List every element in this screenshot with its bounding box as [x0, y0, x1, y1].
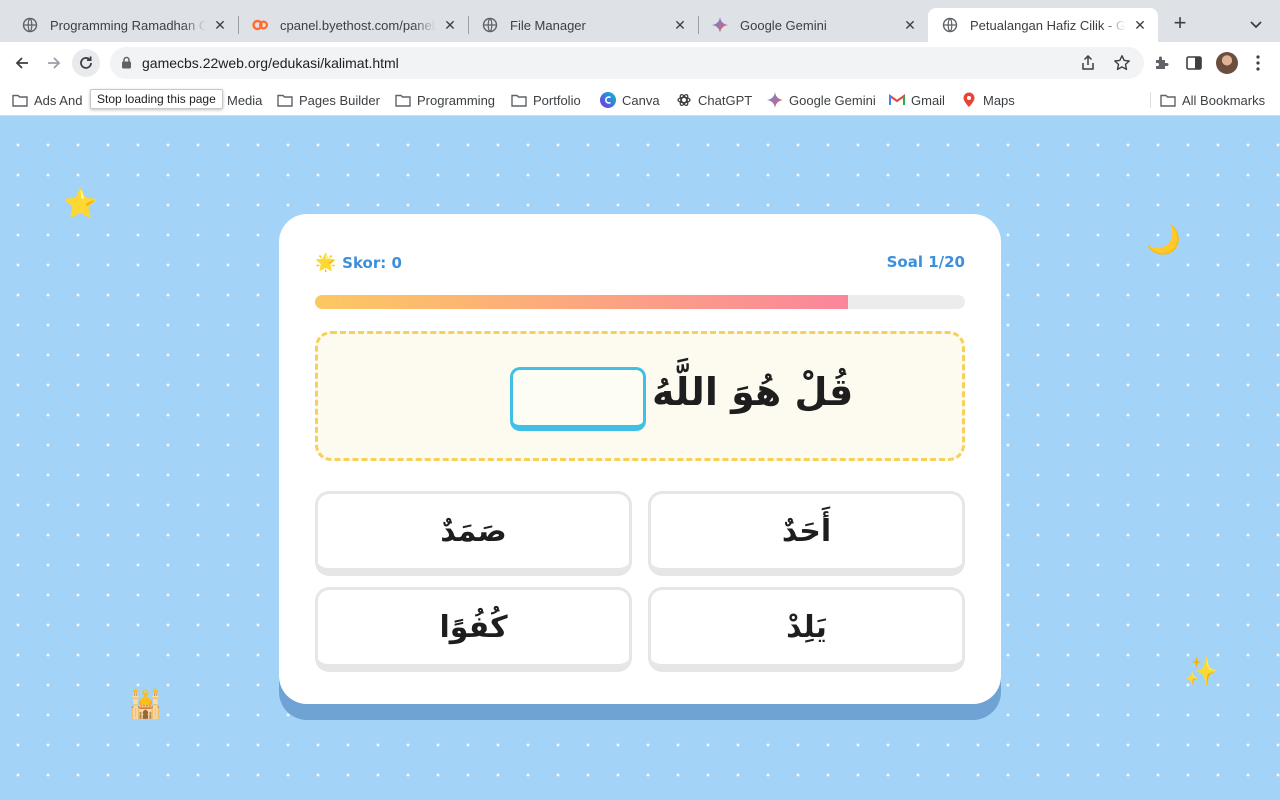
globe-icon: [22, 17, 38, 33]
gemini-icon: [712, 17, 728, 33]
bookmark-gmail[interactable]: Gmail: [889, 91, 945, 109]
bookmark-folder-media[interactable]: Media: [227, 91, 262, 109]
close-icon[interactable]: ✕: [442, 17, 458, 33]
url-text: gamecbs.22web.org/edukasi/kalimat.html: [142, 55, 399, 71]
question-box: قُلْ هُوَ اللَّهُ: [315, 331, 965, 461]
address-bar[interactable]: gamecbs.22web.org/edukasi/kalimat.html: [110, 47, 1144, 79]
tab-google-gemini[interactable]: Google Gemini ✕: [698, 8, 928, 42]
tab-programming-ramadhan[interactable]: Programming Ramadhan Class ✕: [8, 8, 238, 42]
tab-title: Petualangan Hafiz Cilik - Game: [970, 17, 1126, 33]
bookmark-label: Portfolio: [533, 92, 581, 108]
verse-text: قُلْ هُوَ اللَّهُ: [652, 370, 854, 414]
progress-bar-fill: [315, 295, 848, 309]
folder-icon: [12, 92, 28, 108]
maps-icon: [961, 92, 977, 108]
tab-title: Programming Ramadhan Class: [50, 17, 206, 33]
canva-icon: [600, 92, 616, 108]
globe-icon: [482, 17, 498, 33]
bookmark-label: Google Gemini: [789, 92, 876, 108]
bookmark-label: Gmail: [911, 92, 945, 108]
bookmark-folder-pages-builder[interactable]: Pages Builder: [277, 91, 380, 109]
answer-drop-slot[interactable]: [510, 367, 646, 431]
bookmark-folder-ads[interactable]: Ads And: [12, 91, 82, 109]
bookmark-label: ChatGPT: [698, 92, 753, 108]
tab-cpanel[interactable]: cpanel.byethost.com/panel/index.php ✕: [238, 8, 468, 42]
lock-icon: [121, 56, 132, 74]
answer-option-4[interactable]: كُفُوًا: [315, 587, 632, 672]
chatgpt-icon: [676, 92, 692, 108]
bookmark-folder-portfolio[interactable]: Portfolio: [511, 91, 581, 109]
tab-title: cpanel.byethost.com/panel/index.php: [280, 17, 436, 33]
close-icon[interactable]: ✕: [1132, 17, 1148, 33]
back-button[interactable]: [8, 49, 36, 77]
answer-option-2[interactable]: صَمَدٌ: [315, 491, 632, 576]
moon-icon: 🌙: [1146, 224, 1181, 255]
profile-avatar[interactable]: [1216, 52, 1238, 74]
bookmark-google-gemini[interactable]: Google Gemini: [767, 91, 876, 109]
folder-icon: [511, 92, 527, 108]
tab-file-manager[interactable]: File Manager ✕: [468, 8, 698, 42]
bookmarks-divider: [1150, 92, 1151, 108]
bookmark-label: Media: [227, 92, 263, 108]
bookmark-label: All Bookmarks: [1182, 92, 1266, 108]
glowing-star-icon: 🌟: [315, 253, 337, 273]
mosque-icon: 🕌: [128, 688, 163, 719]
tab-title: Google Gemini: [740, 17, 827, 33]
cpanel-icon: [252, 17, 268, 33]
bookmark-maps[interactable]: Maps: [961, 91, 1015, 109]
progress-bar: [315, 295, 965, 309]
answer-option-1[interactable]: أَحَدٌ: [648, 491, 965, 576]
bookmark-label: Maps: [983, 92, 1015, 108]
folder-icon: [1160, 92, 1176, 108]
close-icon[interactable]: ✕: [672, 17, 688, 33]
answer-option-3[interactable]: يَلِدْ: [648, 587, 965, 672]
browser-toolbar: gamecbs.22web.org/edukasi/kalimat.html: [0, 42, 1280, 84]
score-text: Skor: 0: [342, 254, 402, 272]
reload-tooltip: Stop loading this page: [90, 89, 223, 109]
reload-icon: [80, 56, 92, 69]
game-card: 🌟 Skor: 0 Soal 1/20 قُلْ هُوَ اللَّهُ أَ…: [279, 214, 1001, 704]
share-icon[interactable]: [1080, 54, 1096, 76]
folder-icon: [395, 92, 411, 108]
bookmark-folder-programming[interactable]: Programming: [395, 91, 495, 109]
close-icon[interactable]: ✕: [902, 17, 918, 33]
forward-arrow-icon: [48, 57, 61, 69]
bookmark-chatgpt[interactable]: ChatGPT: [676, 91, 752, 109]
bookmark-label: Programming: [417, 92, 496, 108]
sparkles-icon: ✨: [1184, 656, 1219, 687]
bookmark-canva[interactable]: Canva: [600, 91, 660, 109]
menu-kebab-icon[interactable]: [1248, 53, 1268, 73]
bookmark-label: Ads And: [34, 92, 83, 108]
gemini-icon: [767, 92, 783, 108]
bookmark-label: Pages Builder: [299, 92, 380, 108]
bookmark-star-icon[interactable]: [1113, 54, 1131, 77]
reload-button[interactable]: [72, 49, 100, 77]
all-bookmarks-button[interactable]: All Bookmarks: [1160, 91, 1265, 109]
globe-icon: [942, 17, 958, 33]
tab-search-chevron-icon[interactable]: [1246, 14, 1266, 34]
question-counter: Soal 1/20: [886, 253, 965, 271]
side-panel-icon[interactable]: [1184, 53, 1204, 73]
back-arrow-icon: [15, 57, 28, 69]
gmail-icon: [889, 92, 905, 108]
close-icon[interactable]: ✕: [212, 17, 228, 33]
score-display: 🌟 Skor: 0: [315, 253, 402, 273]
folder-icon: [277, 92, 293, 108]
tab-title: File Manager: [510, 17, 586, 33]
tab-petualangan-hafiz-cilik[interactable]: Petualangan Hafiz Cilik - Game ✕: [928, 8, 1158, 42]
extensions-puzzle-icon[interactable]: [1152, 53, 1172, 73]
new-tab-button[interactable]: +: [1168, 12, 1192, 36]
bookmark-label: Canva: [622, 92, 660, 108]
tab-strip: Programming Ramadhan Class ✕ cpanel.byet…: [0, 0, 1280, 42]
forward-button[interactable]: [40, 49, 68, 77]
game-page: ⭐ 🌙 🕌 ✨ 🌟 Skor: 0 Soal 1/20 قُلْ هُوَ ال…: [0, 117, 1280, 800]
star-icon: ⭐: [63, 188, 98, 219]
